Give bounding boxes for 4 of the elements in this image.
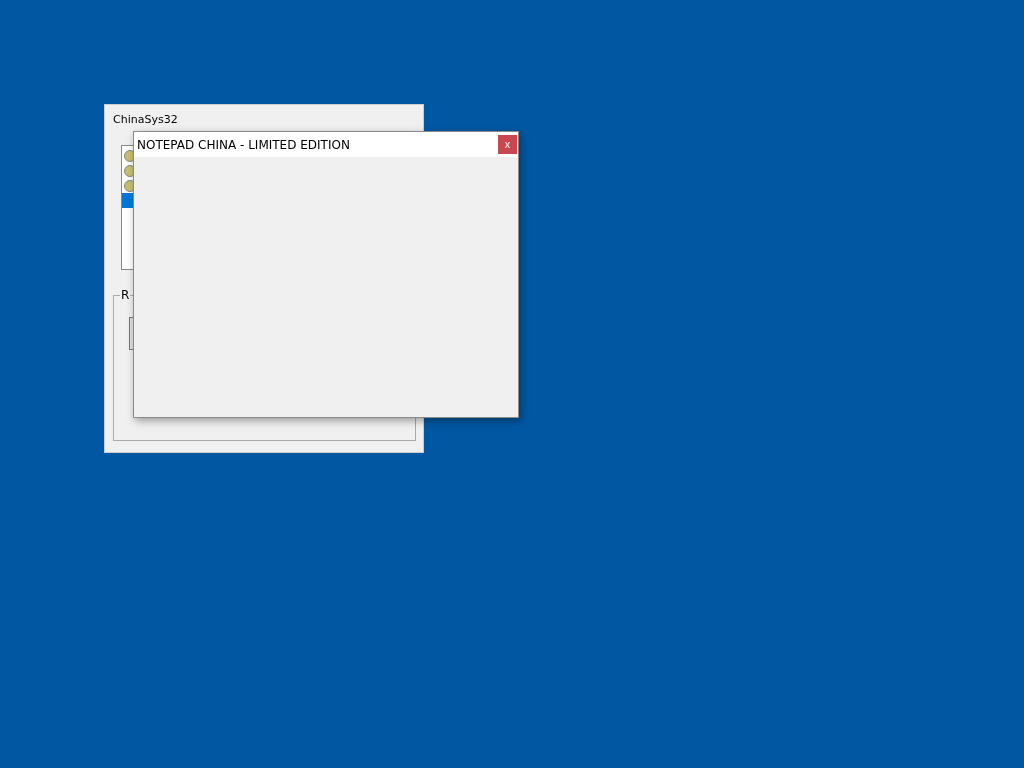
window-title: ChinaSys32 — [113, 113, 178, 126]
window-title: NOTEPAD CHINA - LIMITED EDITION — [137, 137, 350, 152]
group-label: R — [120, 288, 131, 302]
close-button[interactable]: x — [498, 135, 517, 154]
